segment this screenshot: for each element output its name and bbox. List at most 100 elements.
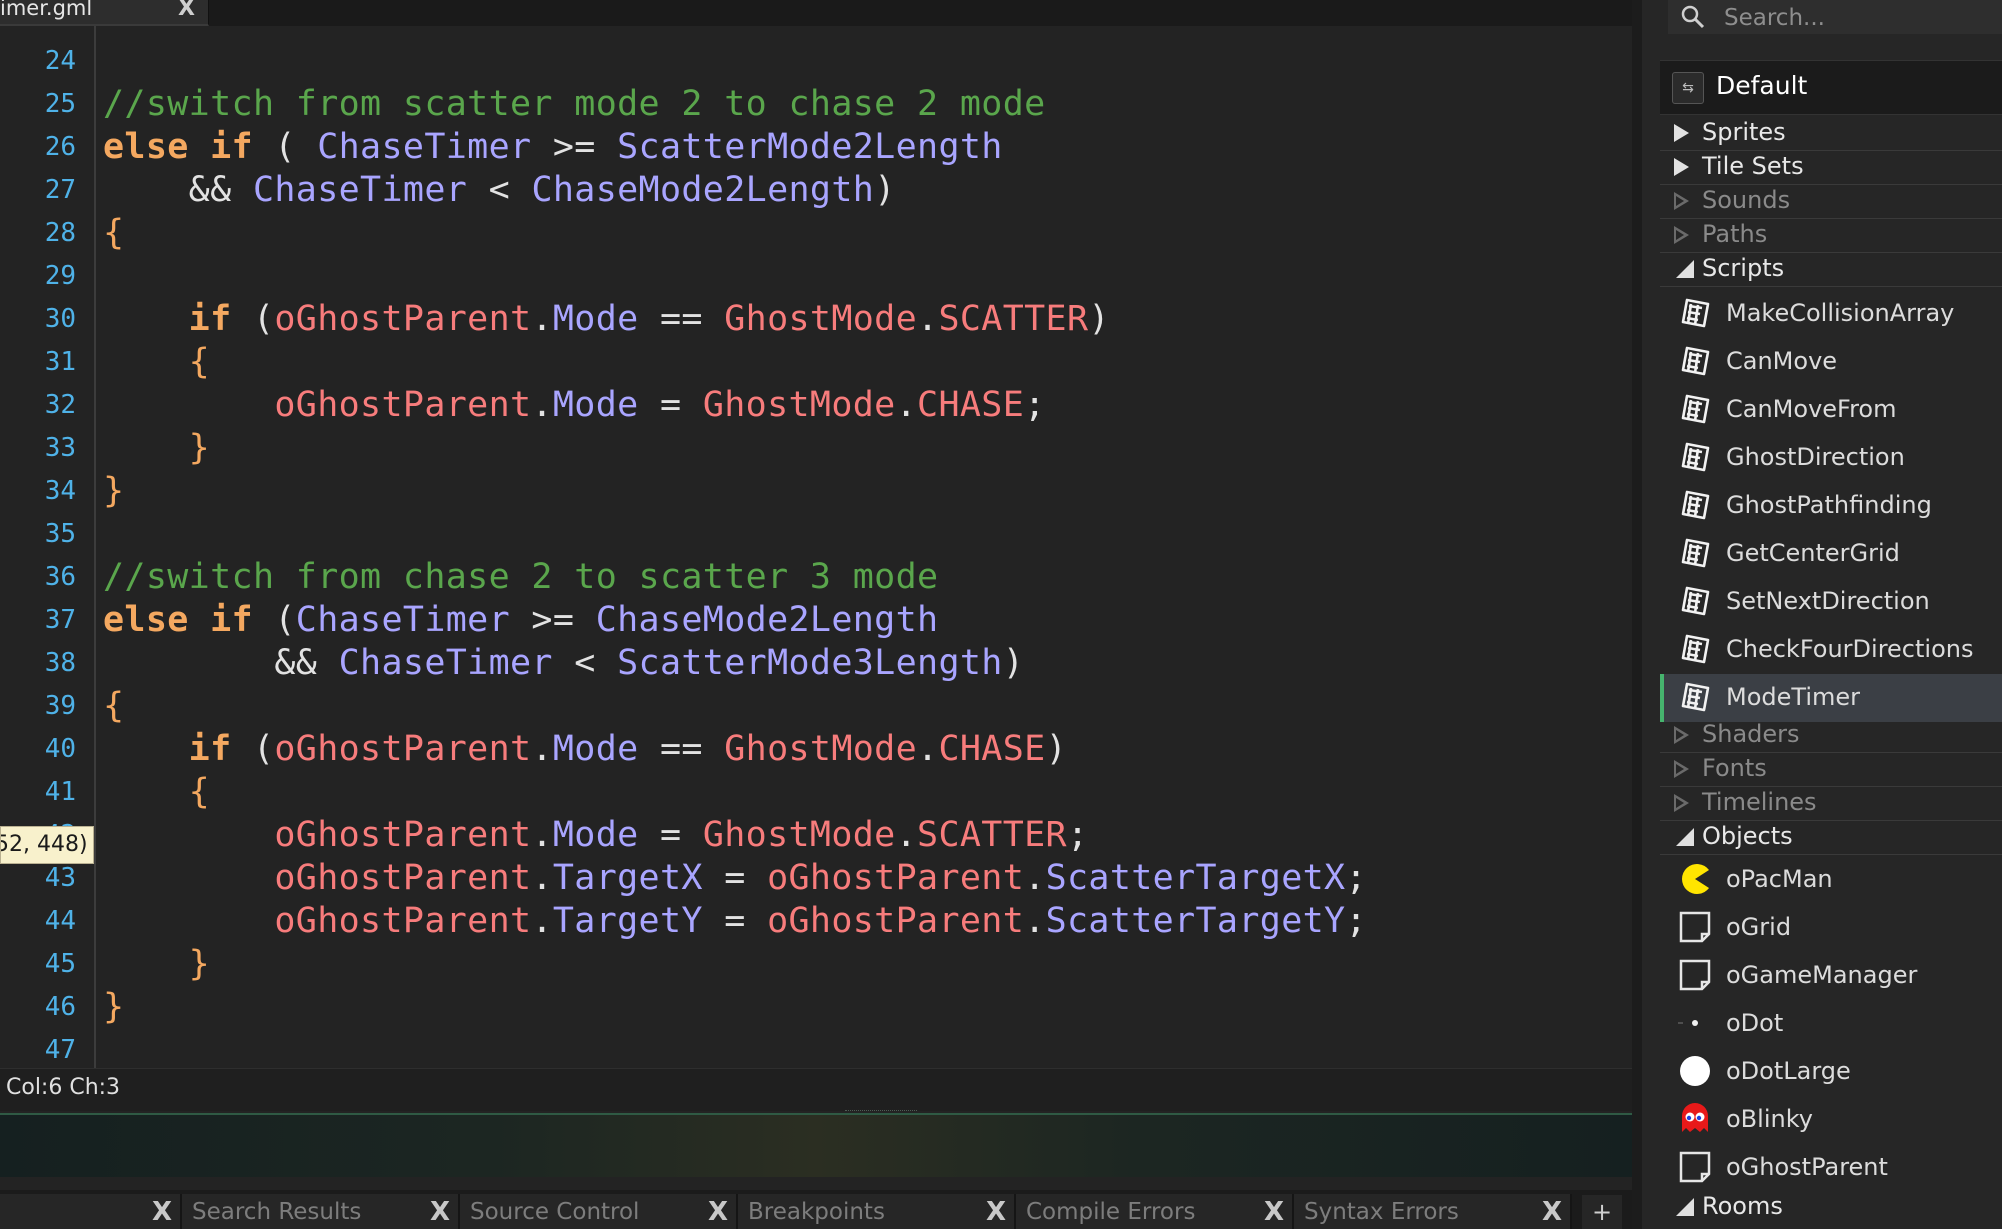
close-tab-icon[interactable]: X <box>708 1197 728 1227</box>
code-line[interactable]: oGhostParent.Mode = GhostMode.CHASE; <box>103 384 1046 427</box>
object-item[interactable]: oGameManager <box>1660 952 2002 1000</box>
close-tab-icon[interactable]: X <box>430 1197 450 1227</box>
code-token: . <box>531 729 553 769</box>
script-item[interactable]: CheckFourDirections <box>1660 626 2002 674</box>
close-tab-icon[interactable]: X <box>1264 1197 1284 1227</box>
close-tab-icon[interactable]: X <box>152 1197 172 1227</box>
code-token: CHASE <box>917 385 1025 425</box>
object-item[interactable]: oBlinky <box>1660 1096 2002 1144</box>
script-item[interactable]: GhostPathfinding <box>1660 482 2002 530</box>
line-number: 45 <box>44 949 76 979</box>
code-token: ) <box>1002 643 1025 683</box>
object-item[interactable]: oDot <box>1660 1000 2002 1048</box>
collapse-arrow-icon <box>1676 1198 1694 1216</box>
object-item[interactable]: oPacMan <box>1660 856 2002 904</box>
script-item[interactable]: GhostDirection <box>1660 434 2002 482</box>
expand-arrow-icon <box>1674 158 1689 176</box>
expand-arrow-icon <box>1674 726 1689 744</box>
add-tab-button[interactable]: + <box>1582 1195 1622 1229</box>
code-line[interactable]: { <box>103 212 124 255</box>
close-tab-icon[interactable]: X <box>1542 1197 1562 1227</box>
script-item[interactable]: CanMoveFrom <box>1660 386 2002 434</box>
code-line[interactable]: && ChaseTimer < ScatterMode3Length) <box>103 642 1024 685</box>
line-number: 36 <box>44 562 76 592</box>
empty-sprite-icon <box>1678 910 1712 944</box>
object-item[interactable]: oGrid <box>1660 904 2002 952</box>
script-item[interactable]: ModeTimer <box>1660 674 2002 722</box>
line-number: 41 <box>44 777 76 807</box>
code-area[interactable]: //switch from scatter mode 2 to chase 2 … <box>103 26 1623 1068</box>
code-line[interactable]: } <box>103 943 210 986</box>
code-line[interactable]: oGhostParent.TargetX = oGhostParent.Scat… <box>103 857 1367 900</box>
code-line[interactable]: } <box>103 470 124 513</box>
code-token: oGhostParent <box>103 901 532 941</box>
line-number: 25 <box>44 89 76 119</box>
object-item[interactable]: oDotLarge <box>1660 1048 2002 1096</box>
bottom-tab[interactable]: Syntax Errors X <box>1294 1194 1572 1229</box>
config-label: Default <box>1716 71 1808 100</box>
code-line[interactable]: oGhostParent.Mode = GhostMode.SCATTER; <box>103 814 1088 857</box>
code-editor[interactable]: imer.gml X 24 25 26 27 28 29 30 31 32 33 34 35 36 37 3… <box>0 0 1632 1229</box>
bottom-tab[interactable]: Breakpoints X <box>738 1194 1016 1229</box>
code-token: oGhostParent <box>767 858 1025 898</box>
object-item[interactable]: oGhostParent <box>1660 1144 2002 1192</box>
group-sprites[interactable]: Sprites <box>1660 116 2002 151</box>
code-token: GhostMode <box>702 815 896 855</box>
code-token: ( <box>231 299 275 339</box>
code-line[interactable]: && ChaseTimer < ChaseMode2Length) <box>103 169 896 212</box>
group-timelines[interactable]: Timelines <box>1660 786 2002 821</box>
script-item[interactable]: GetCenterGrid <box>1660 530 2002 578</box>
code-line[interactable]: else if ( ChaseTimer >= ScatterMode2Leng… <box>103 126 1003 169</box>
code-line[interactable]: //switch from chase 2 to scatter 3 mode <box>103 556 938 599</box>
code-line[interactable]: else if (ChaseTimer >= ChaseMode2Length <box>103 599 938 642</box>
script-item[interactable]: CanMove <box>1660 338 2002 386</box>
line-number: 34 <box>44 476 76 506</box>
group-objects[interactable]: Objects <box>1660 820 2002 855</box>
group-tilesets[interactable]: Tile Sets <box>1660 150 2002 185</box>
bottom-tab[interactable]: Compile Errors X <box>1016 1194 1294 1229</box>
script-item[interactable]: MakeCollisionArray <box>1660 290 2002 338</box>
resource-search[interactable] <box>1668 0 2002 34</box>
code-token: //switch from chase 2 to scatter 3 mode <box>103 557 939 597</box>
config-selector[interactable]: ⇆ Default <box>1660 60 2002 115</box>
group-label: Scripts <box>1702 254 1785 282</box>
code-token: . <box>531 299 553 339</box>
close-tab-icon[interactable]: X <box>178 0 195 21</box>
group-fonts[interactable]: Fonts <box>1660 752 2002 787</box>
line-number: 39 <box>44 691 76 721</box>
code-token: Mode <box>552 729 639 769</box>
code-line[interactable]: oGhostParent.TargetY = oGhostParent.Scat… <box>103 900 1367 943</box>
code-token: . <box>531 385 553 425</box>
code-line[interactable]: } <box>103 986 124 1029</box>
script-item-label: SetNextDirection <box>1726 587 1930 615</box>
code-token: == <box>638 299 725 339</box>
group-paths[interactable]: Paths <box>1660 218 2002 253</box>
code-line[interactable]: //switch from scatter mode 2 to chase 2 … <box>103 83 1046 126</box>
close-tab-icon[interactable]: X <box>986 1197 1006 1227</box>
group-sounds[interactable]: Sounds <box>1660 184 2002 219</box>
group-scripts[interactable]: Scripts <box>1660 252 2002 287</box>
bottom-tab[interactable]: Search Results X <box>182 1194 460 1229</box>
code-token: else if <box>103 127 253 167</box>
script-item[interactable]: SetNextDirection <box>1660 578 2002 626</box>
bottom-tab[interactable]: Source Control X <box>460 1194 738 1229</box>
group-shaders[interactable]: Shaders <box>1660 718 2002 753</box>
bottom-tab[interactable]: X <box>0 1194 182 1229</box>
code-line[interactable]: { <box>103 685 124 728</box>
group-label: Shaders <box>1702 720 1800 748</box>
code-token: else if <box>103 600 253 640</box>
code-line[interactable]: if (oGhostParent.Mode == GhostMode.SCATT… <box>103 298 1110 341</box>
code-line[interactable]: if (oGhostParent.Mode == GhostMode.CHASE… <box>103 728 1067 771</box>
group-label: Fonts <box>1702 754 1767 782</box>
code-token: } <box>103 987 125 1027</box>
search-input[interactable] <box>1722 2 2002 34</box>
file-tab[interactable]: imer.gml X <box>0 0 209 26</box>
code-line[interactable]: { <box>103 341 210 384</box>
line-number: 24 <box>44 46 76 76</box>
script-item-label: CanMoveFrom <box>1726 395 1897 423</box>
expand-arrow-icon <box>1674 226 1689 244</box>
code-line[interactable]: } <box>103 427 210 470</box>
group-rooms[interactable]: Rooms <box>1660 1190 2002 1224</box>
script-item-label: CanMove <box>1726 347 1838 375</box>
code-line[interactable]: { <box>103 771 210 814</box>
